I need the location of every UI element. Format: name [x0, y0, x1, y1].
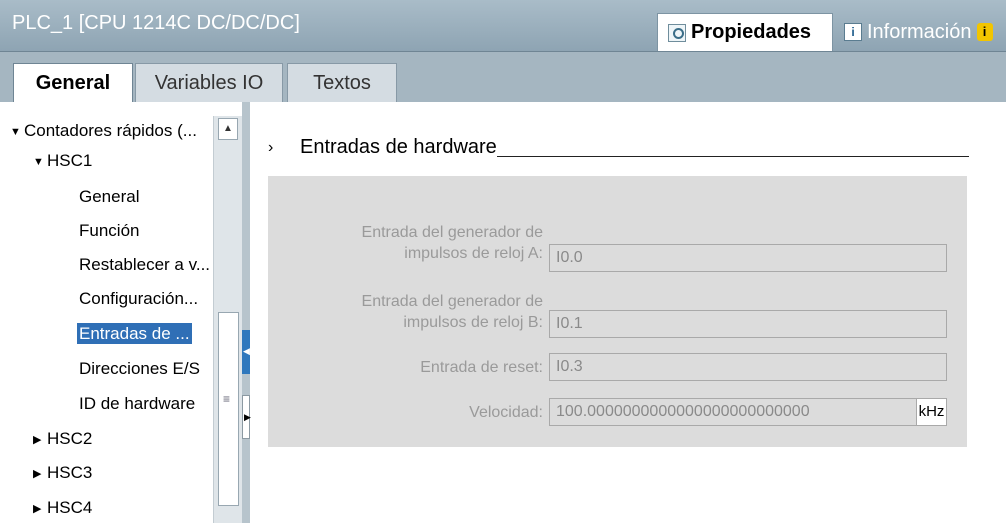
reset-input-field[interactable]: I0.3 [549, 353, 947, 381]
tree-item-entradas-hardware[interactable]: Entradas de ... [77, 321, 192, 347]
tree-scrollbar[interactable]: ▲ ≡ [213, 116, 243, 523]
clock-b-label-line2: impulsos de reloj B: [403, 314, 543, 331]
collapsed-arrow-icon[interactable]: ▶ [33, 496, 47, 522]
triangle-right-icon: ▶ [244, 412, 251, 422]
tree-item-id-hardware[interactable]: ID de hardware [79, 391, 195, 417]
collapsed-arrow-icon[interactable]: ▶ [33, 461, 47, 487]
expand-right-handle[interactable]: ▶ [242, 395, 251, 439]
collapsed-arrow-icon[interactable]: ▶ [33, 427, 47, 453]
tree-item-hsc4[interactable]: ▶ HSC4 [33, 495, 92, 521]
tree-item-direcciones-es[interactable]: Direcciones E/S [79, 356, 200, 382]
speed-input-field[interactable]: 100.0000000000000000000000000 [549, 398, 917, 426]
properties-tab-strip: General Variables IO Textos [0, 52, 1006, 103]
scrollbar-thumb[interactable]: ≡ [218, 312, 239, 506]
tree-item-funcion[interactable]: Función [79, 218, 139, 244]
tree-item-hsc1[interactable]: ▼ HSC1 [33, 148, 92, 174]
information-tab[interactable]: i Información i [838, 13, 1006, 51]
pane-splitter[interactable]: ◀ ▶ [242, 102, 251, 523]
clock-b-input-field[interactable]: I0.1 [549, 310, 947, 338]
clock-b-label-line1: Entrada del generador de [361, 293, 543, 310]
navigation-tree: ▼ Contadores rápidos (... ▼ HSC1 General F… [0, 102, 249, 523]
triangle-left-icon: ◀ [243, 346, 250, 356]
warning-icon: i [976, 23, 993, 41]
tree-item-hsc2[interactable]: ▶ HSC2 [33, 426, 92, 452]
clock-a-label-line2: impulsos de reloj A: [404, 245, 543, 262]
tree-item-configuracion[interactable]: Configuración... [79, 286, 198, 312]
tab-variables-io[interactable]: Variables IO [135, 63, 283, 102]
clock-a-input-field[interactable]: I0.0 [549, 244, 947, 272]
section-title: Entradas de hardware [300, 136, 497, 158]
speed-unit: kHz [917, 398, 947, 426]
info-icon: i [844, 23, 862, 41]
window-title: PLC_1 [CPU 1214C DC/DC/DC] [12, 12, 300, 34]
section-chevron-icon[interactable]: › [268, 136, 273, 160]
clock-a-label-line1: Entrada del generador de [361, 224, 543, 241]
expand-arrow-icon[interactable]: ▼ [33, 149, 47, 175]
magnifier-icon [668, 23, 686, 42]
reset-input-label: Entrada de reset: [420, 359, 543, 376]
scroll-up-arrow-icon[interactable]: ▲ [218, 118, 238, 140]
properties-tab-label: Propiedades [691, 21, 812, 43]
tree-item-hsc3[interactable]: ▶ HSC3 [33, 460, 92, 486]
tree-item-restablecer[interactable]: Restablecer a v... [79, 252, 210, 278]
tab-textos[interactable]: Textos [287, 63, 397, 102]
section-divider [497, 156, 969, 157]
speed-label: Velocidad: [469, 404, 543, 421]
tree-item-general[interactable]: General [79, 184, 139, 210]
inspector-title-bar: PLC_1 [CPU 1214C DC/DC/DC] Propiedades i… [0, 0, 1006, 52]
information-tab-label: Información [867, 20, 972, 43]
tree-item-contadores-rapidos[interactable]: ▼ Contadores rápidos (... [10, 118, 197, 144]
properties-tab[interactable]: Propiedades [657, 13, 833, 51]
collapse-left-handle[interactable]: ◀ [242, 330, 250, 374]
grip-icon: ≡ [223, 392, 231, 406]
expand-arrow-icon[interactable]: ▼ [10, 119, 24, 145]
tab-general[interactable]: General [13, 63, 133, 103]
